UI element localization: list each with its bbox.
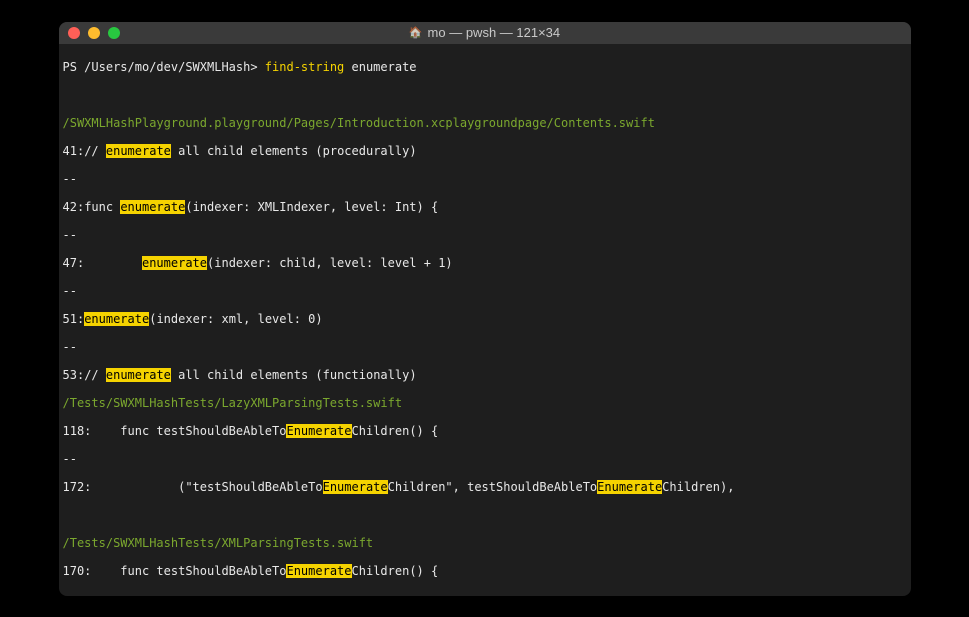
result-line: 51:enumerate(indexer: xml, level: 0) — [63, 312, 907, 326]
match-highlight: Enumerate — [286, 424, 351, 438]
separator: -- — [63, 340, 907, 354]
separator: -- — [63, 284, 907, 298]
close-button[interactable] — [68, 27, 80, 39]
minimize-button[interactable] — [88, 27, 100, 39]
result-line: 47: enumerate(indexer: child, level: lev… — [63, 256, 907, 270]
prompt-ps: PS /Users/mo/dev/SWXMLHash> — [63, 60, 265, 74]
window-title-text: mo — pwsh — 121×34 — [428, 25, 561, 40]
titlebar: 🏠 mo — pwsh — 121×34 — [59, 22, 911, 44]
command-arg: enumerate — [344, 60, 416, 74]
result-line: 172: ("testShouldBeAbleToEnumerateChildr… — [63, 480, 907, 494]
match-highlight: Enumerate — [323, 480, 388, 494]
maximize-button[interactable] — [108, 27, 120, 39]
match-highlight: enumerate — [84, 312, 149, 326]
result-line: 41:// enumerate all child elements (proc… — [63, 144, 907, 158]
separator: -- — [63, 452, 907, 466]
result-line: 118: func testShouldBeAbleToEnumerateChi… — [63, 424, 907, 438]
match-highlight: enumerate — [142, 256, 207, 270]
file-header: /SWXMLHashPlayground.playground/Pages/In… — [63, 116, 907, 130]
prompt-line: PS /Users/mo/dev/SWXMLHash> find-string … — [63, 60, 907, 74]
window-title: 🏠 mo — pwsh — 121×34 — [409, 25, 560, 40]
match-highlight: enumerate — [120, 200, 185, 214]
separator: -- — [63, 592, 907, 596]
terminal-window: 🏠 mo — pwsh — 121×34 PS /Users/mo/dev/SW… — [59, 22, 911, 596]
blank-line — [63, 508, 907, 522]
result-line: 53:// enumerate all child elements (func… — [63, 368, 907, 382]
match-highlight: enumerate — [106, 368, 171, 382]
traffic-lights — [68, 27, 120, 39]
command: find-string — [265, 60, 344, 74]
blank-line — [63, 88, 907, 102]
home-icon: 🏠 — [409, 26, 423, 39]
result-line: 42:func enumerate(indexer: XMLIndexer, l… — [63, 200, 907, 214]
separator: -- — [63, 228, 907, 242]
file-header: /Tests/SWXMLHashTests/XMLParsingTests.sw… — [63, 536, 907, 550]
result-line: 170: func testShouldBeAbleToEnumerateChi… — [63, 564, 907, 578]
match-highlight: Enumerate — [286, 564, 351, 578]
file-header: /Tests/SWXMLHashTests/LazyXMLParsingTest… — [63, 396, 907, 410]
match-highlight: enumerate — [106, 144, 171, 158]
match-highlight: Enumerate — [597, 480, 662, 494]
terminal-output[interactable]: PS /Users/mo/dev/SWXMLHash> find-string … — [59, 44, 911, 596]
separator: -- — [63, 172, 907, 186]
